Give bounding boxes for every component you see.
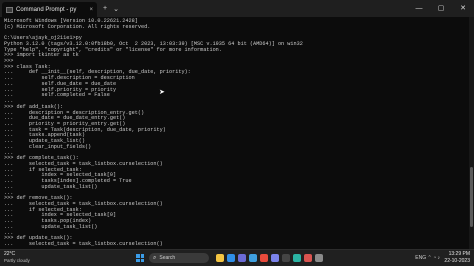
new-tab-button[interactable]: + <box>103 5 107 12</box>
close-button[interactable]: ✕ <box>452 0 474 17</box>
clock-time: 13:29 PM <box>448 251 470 257</box>
browser-icon[interactable] <box>227 254 235 262</box>
console-output[interactable]: Microsoft Windows [Version 10.0.22621.24… <box>0 17 468 249</box>
title-bar: Command Prompt - py × + ⌄ — ▢ ✕ <box>0 0 474 17</box>
mail-icon[interactable] <box>249 254 257 262</box>
teams-icon[interactable] <box>271 254 279 262</box>
tab-close-icon[interactable]: × <box>89 7 93 13</box>
terminal-icon <box>6 6 13 13</box>
terminal-icon[interactable] <box>282 254 290 262</box>
search-placeholder: Search <box>159 255 176 261</box>
photos-icon[interactable] <box>293 254 301 262</box>
settings-icon[interactable] <box>315 254 323 262</box>
media-icon[interactable] <box>304 254 312 262</box>
mouse-pointer-icon: ➤ <box>159 89 165 96</box>
tab-label: Command Prompt - py <box>16 6 77 13</box>
search-box[interactable]: ⌕ Search <box>149 253 209 263</box>
chrome-icon[interactable] <box>260 254 268 262</box>
weather-widget[interactable]: 22°C Partly cloudy <box>4 251 30 264</box>
start-button[interactable] <box>136 254 144 262</box>
clock[interactable]: 13:29 PM 22-10-2023 <box>444 251 470 265</box>
clock-date: 22-10-2023 <box>444 258 470 264</box>
taskbar: 22°C Partly cloudy ⌕ Search ENG ⌃ ◔ ♪ 13… <box>0 249 474 266</box>
console-line: ... selected_task = task_listbox.cursele… <box>4 241 163 248</box>
weather-condition: Partly cloudy <box>4 258 30 263</box>
system-tray-icons[interactable]: ENG ⌃ ◔ ♪ <box>415 255 440 261</box>
minimize-button[interactable]: — <box>408 0 430 17</box>
file-explorer-icon[interactable] <box>216 254 224 262</box>
tab-dropdown-icon[interactable]: ⌄ <box>113 5 119 13</box>
weather-temperature: 22°C <box>4 251 16 257</box>
scrollbar-thumb[interactable] <box>470 167 473 227</box>
window-controls: — ▢ ✕ <box>408 0 474 17</box>
scrollbar[interactable] <box>469 17 474 249</box>
store-icon[interactable] <box>238 254 246 262</box>
maximize-button[interactable]: ▢ <box>430 0 452 17</box>
tab-command-prompt[interactable]: Command Prompt - py × <box>2 2 97 17</box>
search-icon: ⌕ <box>153 255 157 261</box>
